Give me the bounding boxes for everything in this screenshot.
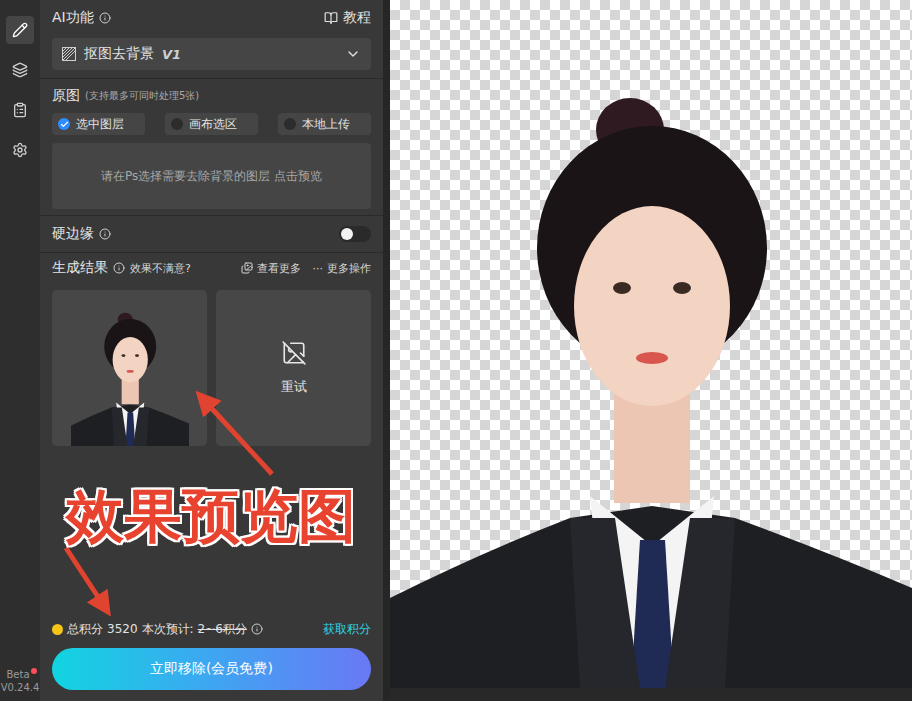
source-option[interactable]: 选中图层 (52, 113, 145, 135)
tool-icon (12, 142, 28, 158)
result-cards: 重试 (52, 290, 371, 446)
function-version: V1 (162, 47, 181, 62)
view-more-label: 查看更多 (257, 261, 301, 276)
tutorial-link[interactable]: 教程 (324, 9, 371, 27)
gallery-icon (241, 262, 253, 274)
coin-icon (52, 624, 63, 635)
source-option[interactable]: 画布选区 (165, 113, 258, 135)
panel-title: AI功能 (52, 9, 94, 27)
toggle-knob (341, 228, 353, 240)
divider (40, 78, 383, 79)
panel-footer: 总积分 3520 本次预计:2~6积分 获取积分立即移除(会员免费) (40, 618, 383, 701)
source-options: 选中图层 画布选区 本地上传 (52, 113, 371, 135)
tool-strip: Beta V0.24.4 (0, 0, 40, 701)
tool-icon (12, 22, 28, 38)
total-points: 3520 (107, 622, 138, 636)
source-hint: (支持最多可同时处理5张) (85, 89, 199, 103)
panel-header: AI功能 教程 (40, 0, 383, 36)
tool-button[interactable] (6, 56, 34, 84)
beta-label: Beta (6, 669, 33, 680)
version-number: V0.24.4 (1, 682, 40, 693)
hatch-icon (62, 47, 76, 61)
canvas-bottom (390, 688, 912, 701)
tutorial-label: 教程 (343, 9, 371, 27)
radio-mark (58, 118, 70, 130)
tool-button[interactable] (6, 136, 34, 164)
check-icon (60, 120, 69, 129)
source-option[interactable]: 本地上传 (278, 113, 371, 135)
source-section: 原图 (支持最多可同时处理5张) 选中图层 画布选区 本地上传请在Ps选择需要去除背景的… (40, 79, 383, 215)
version-info: Beta V0.24.4 (1, 669, 40, 701)
layer-dropzone[interactable]: 请在Ps选择需要去除背景的图层 点击预览 (52, 143, 371, 209)
divider (40, 215, 383, 216)
more-actions-label: 更多操作 (327, 261, 371, 276)
more-glyph: ··· (313, 262, 324, 275)
arrow-to-preview (204, 400, 272, 474)
tool-button[interactable] (6, 16, 34, 44)
plugin-window: Beta V0.24.4 AI功能 教程抠图去背景 V1 原图 (支持最多可同时处理5张) 选… (0, 0, 912, 701)
tool-icon (12, 62, 28, 78)
canvas-image-area (390, 0, 912, 688)
chevron-down-icon (345, 46, 361, 62)
source-title: 原图 (52, 87, 80, 105)
arrow-to-button (66, 548, 104, 606)
remove-button[interactable]: 立即移除(会员免费) (52, 648, 371, 690)
points-row: 总积分 3520 本次预计:2~6积分 获取积分 (52, 618, 371, 640)
view-more-link[interactable]: 查看更多 (241, 261, 301, 276)
retry-label: 重试 (281, 378, 307, 396)
unsatisfied-link[interactable]: 效果不满意? (130, 261, 191, 276)
results-title: 生成结果 (52, 259, 108, 277)
book-icon (324, 11, 338, 25)
divider (40, 252, 383, 253)
info-icon[interactable] (251, 623, 263, 635)
info-icon[interactable] (99, 12, 111, 24)
tool-icon (12, 102, 28, 118)
option-label: 选中图层 (76, 116, 124, 133)
panel-gutter (383, 0, 390, 701)
side-panel: AI功能 教程抠图去背景 V1 原图 (支持最多可同时处理5张) 选中图层 画布选区 本地上传… (40, 0, 383, 701)
image-retry-icon (281, 340, 307, 366)
retry-card[interactable]: 重试 (216, 290, 371, 446)
canvas (390, 0, 912, 701)
function-label: 抠图去背景 (84, 45, 154, 63)
radio-mark (284, 118, 296, 130)
cutout-photo (390, 88, 912, 688)
estimate-label: 本次预计: (142, 621, 194, 638)
estimate-value: 2~6积分 (198, 621, 247, 638)
hard-edge-toggle[interactable] (339, 226, 371, 242)
hard-edge-row: 硬边缘 (40, 216, 383, 252)
preview-card[interactable] (52, 290, 207, 446)
tool-button[interactable] (6, 96, 34, 124)
radio-mark (171, 118, 183, 130)
function-select[interactable]: 抠图去背景 V1 (52, 38, 371, 70)
more-actions-link[interactable]: ···更多操作 (313, 261, 372, 276)
info-icon[interactable] (113, 262, 125, 274)
annotation-label: 效果预览图 (66, 478, 356, 556)
option-label: 画布选区 (189, 116, 237, 133)
info-icon[interactable] (99, 228, 111, 240)
total-points-label: 总积分 (67, 621, 103, 638)
annotation-arrows (0, 0, 912, 701)
results-header: 生成结果 效果不满意? 查看更多 ···更多操作 (40, 253, 383, 283)
get-points-link[interactable]: 获取积分 (323, 621, 371, 638)
option-label: 本地上传 (302, 116, 350, 133)
beta-badge (31, 668, 37, 674)
preview-thumbnail (71, 310, 189, 446)
hard-edge-label: 硬边缘 (52, 225, 94, 243)
